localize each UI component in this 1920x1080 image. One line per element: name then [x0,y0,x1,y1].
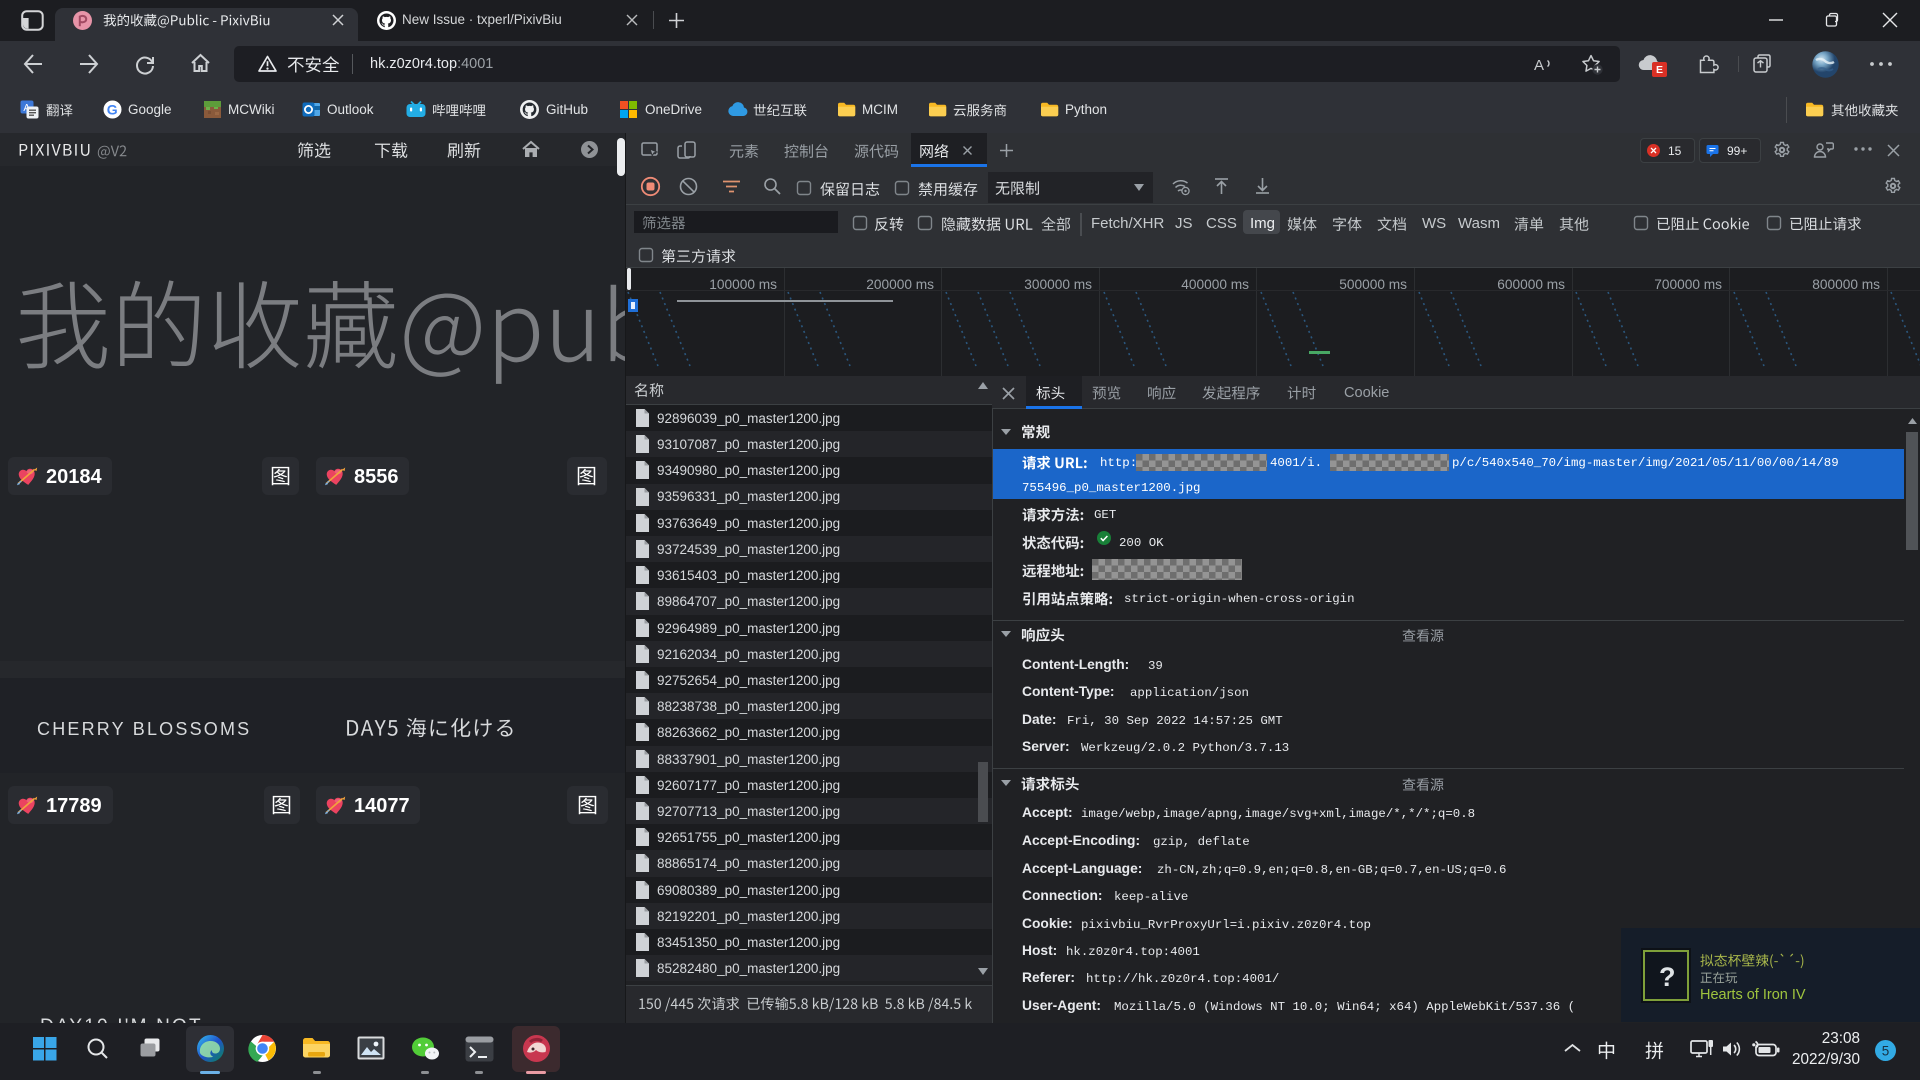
svg-text:A: A [1534,57,1544,74]
svg-text:G: G [107,102,118,118]
svg-text:5: 5 [1882,1043,1890,1058]
